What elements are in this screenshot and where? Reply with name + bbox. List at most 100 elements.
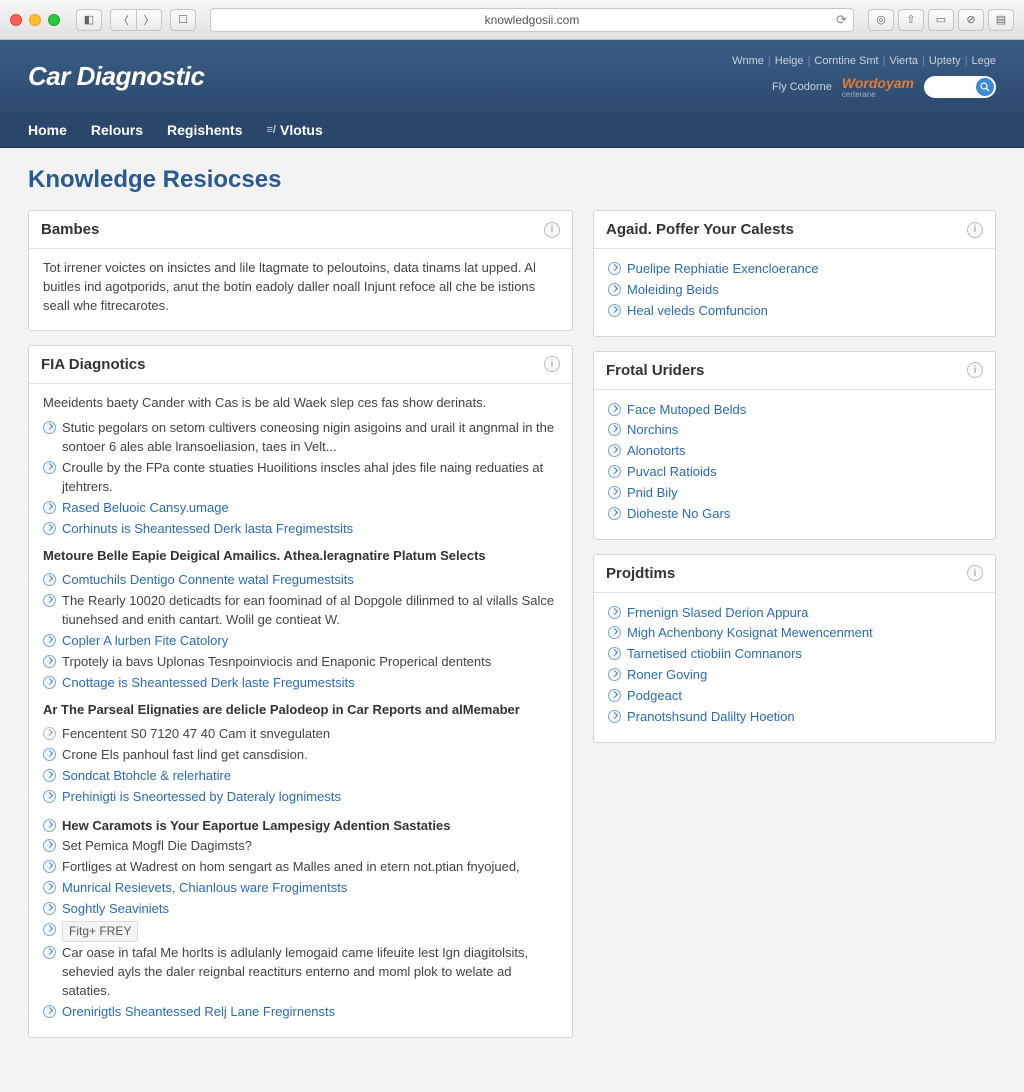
left-column: Bambes i Tot irrener voictes on insictes… [28,210,573,1052]
link-item[interactable]: Puelipe Rephiatie Exencloerance [627,260,819,279]
link-item[interactable]: Sondcat Btohcle & relerhatire [62,767,231,786]
toolbox-button[interactable]: ▭ [928,9,954,31]
list-item: Norchins [608,420,981,441]
panel-body: Frnenign Slased Derion Appura Migh Achen… [594,593,995,742]
search-box[interactable] [924,76,996,98]
search-input[interactable] [932,81,976,93]
bullet-icon [608,283,621,296]
bookmark-button[interactable]: ☐ [170,9,196,31]
link-item[interactable]: Rased Beluoic Cansy.umage [62,499,229,518]
intro-text: Tot irrener voictes on insictes and lile… [43,259,558,316]
util-link[interactable]: Lege [972,55,996,67]
list-item: Puvacl Ratioids [608,462,981,483]
link-item[interactable]: Tarnetised ctiobiin Comnanors [627,645,802,664]
nav-relours[interactable]: Relours [91,122,143,138]
link-item[interactable]: Cnottage is Sheantessed Derk laste Fregu… [62,674,355,693]
util-link[interactable]: Corntine Smt [814,55,878,67]
link-item[interactable]: Corhinuts is Sheantessed Derk lasta Freg… [62,520,353,539]
info-icon[interactable]: i [544,356,560,372]
info-icon[interactable]: i [967,565,983,581]
close-window-button[interactable] [10,14,22,26]
brand-logo[interactable]: Car Diagnostic [28,61,205,92]
list-item: Alonotorts [608,441,981,462]
link-list: Comtuchils Dentigo Connente watal Fregum… [43,570,558,693]
nav-back-forward: 〈 〉 [110,9,162,31]
list-item: Podgeact [608,686,981,707]
link-item[interactable]: Comtuchils Dentigo Connente watal Fregum… [62,571,354,590]
list-item: Orenirigtls Sheantessed Relj Lane Fregir… [43,1002,558,1023]
link-item[interactable]: Soghtly Seaviniets [62,900,169,919]
search-icon[interactable] [976,78,994,96]
sidebar-toggle-button[interactable]: ◧ [76,9,102,31]
tabs-button[interactable]: ▤ [988,9,1014,31]
link-item[interactable]: Podgeact [627,687,682,706]
link-list: Hew Caramots is Your Eaportue Lampesigy … [43,816,558,1023]
list-item: Hew Caramots is Your Eaportue Lampesigy … [43,816,558,837]
util-link[interactable]: Wnme [732,55,764,67]
page-content: Knowledge Resiocses Bambes i Tot irrener… [0,148,1024,1092]
url-text: knowledgosii.com [485,13,580,27]
util-link[interactable]: Helge [775,55,804,67]
bullet-icon [608,403,621,416]
bullet-icon [43,634,56,647]
link-item[interactable]: Copler A lurben Fite Catolory [62,632,228,651]
link-item[interactable]: Puvacl Ratioids [627,463,717,482]
maximize-window-button[interactable] [48,14,60,26]
link-item[interactable]: Pnid Bily [627,484,678,503]
link-item[interactable]: Frnenign Slased Derion Appura [627,604,808,623]
panel-body: Face Mutoped Belds Norchins Alonotorts P… [594,390,995,539]
list-item: Corhinuts is Sheantessed Derk lasta Freg… [43,519,558,540]
list-item: Prehinigti is Sneortessed by Dateraly lo… [43,787,558,808]
panel-title: Agaid. Poffer Your Calests [606,221,794,238]
panel-head: Bambes i [29,211,572,249]
forward-button[interactable]: 〉 [136,9,162,31]
bullet-icon [43,769,56,782]
bullet-icon [608,507,621,520]
link-item[interactable]: Dioheste No Gars [627,505,730,524]
link-item[interactable]: Alonotorts [627,442,686,461]
panel-head: Frotal Uriders i [594,352,995,390]
list-item: Puelipe Rephiatie Exencloerance [608,259,981,280]
refresh-icon[interactable]: ⟳ [836,12,847,28]
link-item[interactable]: Migh Achenbony Kosignat Mewencenment [627,624,873,643]
link-list: Face Mutoped Belds Norchins Alonotorts P… [608,400,981,525]
link-item[interactable]: Norchins [627,421,678,440]
panel-fia: FIA Diagnotics i Meeidents baety Cander … [28,345,573,1038]
sub-heading-item: Hew Caramots is Your Eaportue Lampesigy … [62,817,450,836]
link-item[interactable]: Heal veleds Comfuncion [627,302,768,321]
list-item: Pranotshsund Dalilty Hoetion [608,707,981,728]
intro-text: Meeidents baety Cander with Cas is be al… [43,394,558,413]
info-icon[interactable]: i [967,362,983,378]
link-item[interactable]: Face Mutoped Belds [627,401,746,420]
share-button[interactable]: ⇧ [898,9,924,31]
util-link[interactable]: Vierta [889,55,918,67]
tag-box[interactable]: Fitg+ FREY [62,921,138,942]
list-item: Fitg+ FREY [43,920,558,943]
settings-button[interactable]: ⊘ [958,9,984,31]
info-icon[interactable]: i [967,222,983,238]
list-item: Munrical Resievets, Chianlous ware Frogi… [43,878,558,899]
info-icon[interactable]: i [544,222,560,238]
nav-regishents[interactable]: Regishents [167,122,242,138]
link-item[interactable]: Munrical Resievets, Chianlous ware Frogi… [62,879,347,898]
partner-sub: certerane [842,91,914,99]
address-bar[interactable]: knowledgosii.com ⟳ [210,8,854,32]
bullet-icon [608,689,621,702]
link-item[interactable]: Pranotshsund Dalilty Hoetion [627,708,795,727]
link-item[interactable]: Roner Goving [627,666,707,685]
link-list: Fencentent S0 7120 47 40 Cam it snvegula… [43,724,558,807]
link-list: Frnenign Slased Derion Appura Migh Achen… [608,603,981,728]
reader-button[interactable]: ◎ [868,9,894,31]
link-item[interactable]: Moleiding Beids [627,281,719,300]
link-item[interactable]: Prehinigti is Sneortessed by Dateraly lo… [62,788,341,807]
back-button[interactable]: 〈 [110,9,136,31]
panel-agaid: Agaid. Poffer Your Calests i Puelipe Rep… [593,210,996,337]
nav-vlotus-icon: ≡/ [267,124,276,136]
bullet-icon [608,647,621,660]
nav-home[interactable]: Home [28,122,67,138]
link-item[interactable]: Orenirigtls Sheantessed Relj Lane Fregir… [62,1003,335,1022]
minimize-window-button[interactable] [29,14,41,26]
panel-head: Projdtims i [594,555,995,593]
nav-vlotus[interactable]: ≡/Vlotus [267,122,323,138]
util-link[interactable]: Uptety [929,55,961,67]
